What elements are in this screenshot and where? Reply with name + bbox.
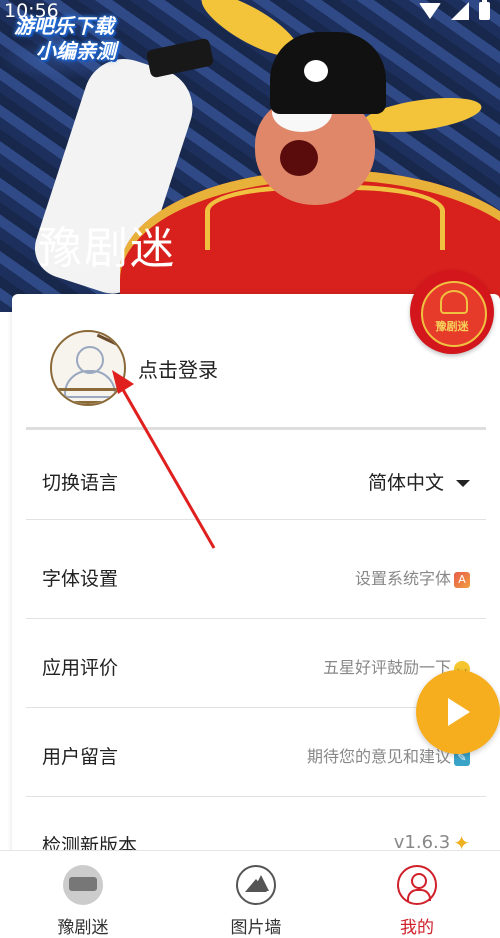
picture-icon-mountain-large	[253, 875, 269, 891]
divider	[26, 618, 486, 619]
settings-row-rate[interactable]: 应用评价 五星好评鼓励一下 ◡	[26, 620, 486, 708]
nav-item-label: 豫剧迷	[57, 918, 109, 938]
play-button[interactable]	[416, 670, 500, 754]
nav-item-pictures[interactable]: 图片墙	[173, 851, 339, 938]
user-icon-head	[411, 873, 427, 889]
language-select[interactable]: 简体中文	[368, 468, 470, 495]
settings-row-label: 用户留言	[42, 746, 119, 768]
divider	[26, 796, 486, 797]
avatar-fence-decoration	[58, 388, 118, 404]
picture-icon	[236, 865, 276, 905]
app-logo-badge[interactable]: 豫剧迷	[410, 270, 494, 354]
user-icon-body	[407, 889, 431, 901]
signal-icon	[451, 2, 469, 20]
banner-artwork-hat-gem	[304, 60, 328, 82]
banner-artwork-hat	[270, 32, 386, 114]
login-link[interactable]: 点击登录	[138, 354, 218, 383]
status-bar: 10:56	[0, 0, 500, 26]
bottom-nav: 豫剧迷 图片墙 我的	[0, 850, 500, 938]
play-icon	[448, 698, 470, 726]
settings-row-label: 切换语言	[42, 472, 119, 494]
logo-badge-text: 豫剧迷	[435, 320, 469, 333]
user-icon	[397, 865, 437, 905]
settings-row-label: 应用评价	[42, 657, 119, 679]
battery-icon	[479, 0, 490, 20]
nav-item-label: 图片墙	[230, 918, 282, 938]
settings-row-value-text: 五星好评鼓励一下	[322, 658, 451, 677]
profile-divider	[26, 427, 486, 430]
settings-row-label: 字体设置	[42, 568, 119, 590]
chevron-down-icon	[456, 480, 470, 487]
language-select-value: 简体中文	[367, 472, 444, 494]
status-time: 10:56	[4, 0, 59, 22]
settings-row-language[interactable]: 切换语言 简体中文	[26, 432, 486, 520]
app-logo-icon	[63, 865, 103, 905]
watermark-line2: 小编亲测	[36, 39, 116, 63]
avatar[interactable]	[50, 330, 126, 406]
nav-item-label: 我的	[400, 918, 434, 938]
header-banner: 游吧乐下载 小编亲测 豫剧迷	[0, 0, 500, 312]
banner-artwork-prop	[145, 37, 215, 79]
banner-artwork-mouth	[280, 140, 318, 176]
wifi-icon	[419, 3, 441, 19]
banner-title: 豫剧迷	[38, 223, 176, 274]
status-icons	[419, 0, 490, 20]
settings-row-value-text: 设置系统字体	[354, 569, 451, 588]
divider	[26, 519, 486, 520]
settings-row-font[interactable]: 字体设置 设置系统字体 A	[26, 531, 486, 619]
font-abc-icon: A	[454, 571, 470, 588]
nav-item-mine[interactable]: 我的	[334, 851, 500, 938]
nav-item-home[interactable]: 豫剧迷	[0, 851, 166, 938]
settings-row-value: 设置系统字体 A	[355, 565, 470, 589]
settings-row-value-text: 期待您的意见和建议	[306, 747, 451, 766]
logo-emblem-icon	[440, 290, 468, 314]
